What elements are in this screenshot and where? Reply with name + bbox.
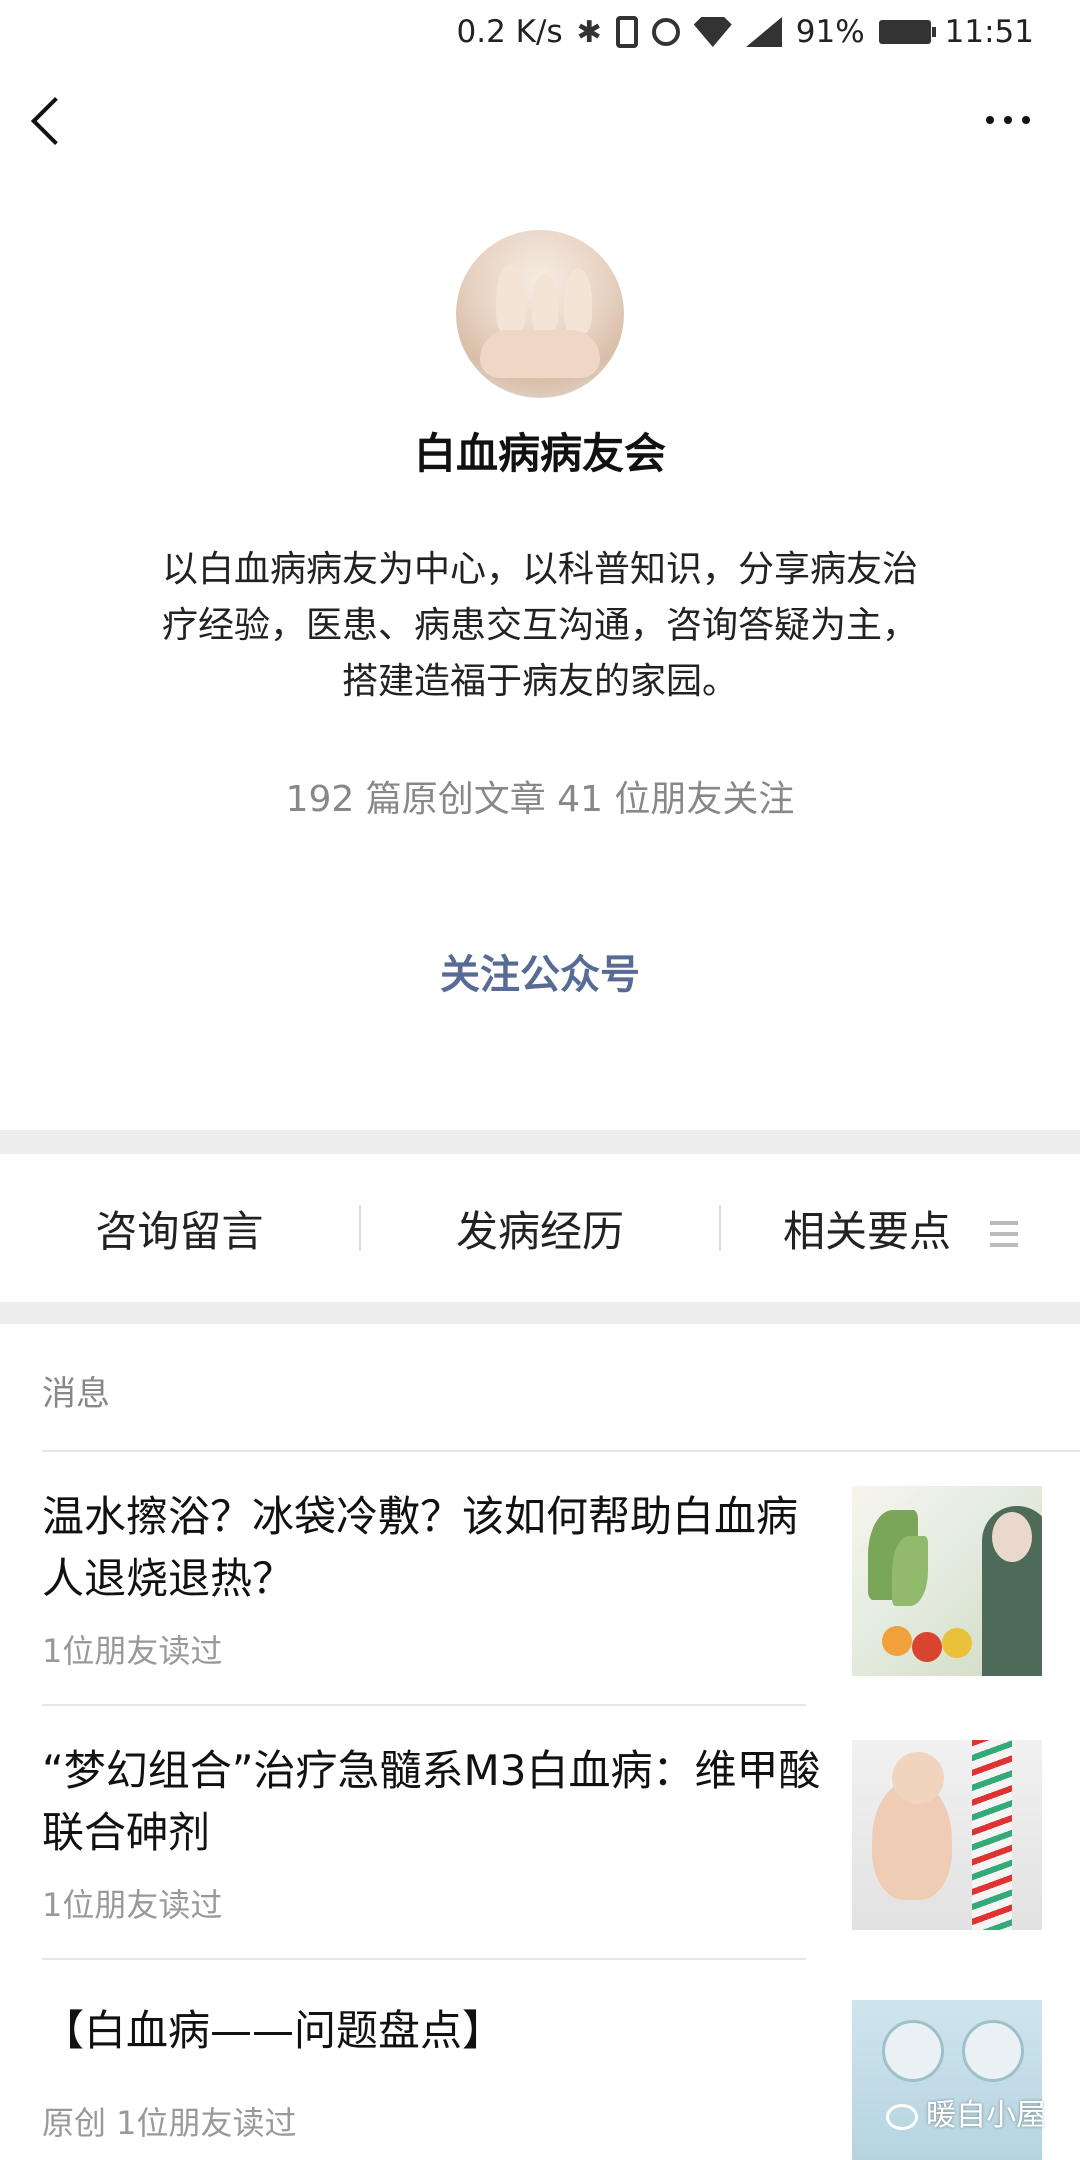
article-item[interactable]: “梦幻组合”治疗急髓系M3白血病：维甲酸联合砷剂 1位朋友读过 [42,1740,1042,1940]
wechat-icon [886,2103,918,2130]
article-thumbnail [852,1740,1042,1930]
follow-button[interactable]: 关注公众号 [340,940,740,1010]
article-thumbnail [852,1486,1042,1676]
network-speed: 0.2 K/s [456,14,563,50]
clock: 11:51 [944,14,1034,50]
menu-item-label: 咨询留言 [95,1206,264,1256]
watermark: 暖自小屋 [886,2090,1046,2134]
article-title: “梦幻组合”治疗急髓系M3白血病：维甲酸联合砷剂 [42,1746,821,1857]
custom-menu: 咨询留言 发病经历 相关要点 [0,1154,1080,1302]
section-divider [0,1130,1080,1154]
article-meta: 1位朋友读过 [42,1632,223,1670]
alarm-icon [651,18,680,46]
account-avatar [456,230,624,398]
account-name: 白血病病友会 [413,429,666,478]
intro-line: 疗经验，医患、病患交互沟通，咨询答疑为主， [161,605,918,646]
messages-label: 消息 [42,1374,110,1414]
vibrate-icon [615,16,638,48]
more-dots-icon[interactable] [986,116,1030,124]
account-intro: 以白血病病友为中心，以科普知识，分享病友治 疗经验，医患、病患交互沟通，咨询答疑… [120,542,960,710]
divider [42,1450,1080,1452]
article-item[interactable]: 温水擦浴？冰袋冷敷？该如何帮助白血病人退烧退热？ 1位朋友读过 [42,1486,1042,1686]
article-title: 温水擦浴？冰袋冷敷？该如何帮助白血病人退烧退热？ [42,1492,799,1603]
article-meta: 1位朋友读过 [42,1886,223,1924]
back-arrow-icon[interactable] [30,96,80,146]
status-bar: 0.2 K/s ✱ 91% 11:51 [0,0,1080,64]
intro-line: 搭建造福于病友的家园。 [341,661,738,702]
divider [42,1958,806,1960]
battery-icon [878,20,936,44]
battery-percent: 91% [795,14,865,50]
divider [42,1704,806,1706]
nav-bar [0,90,1080,160]
menu-item-label: 发病经历 [456,1206,625,1256]
menu-item-label: 相关要点 [782,1206,951,1256]
wifi-icon [693,17,732,47]
article-thumbnail [852,2000,1042,2160]
article-meta: 原创 1位朋友读过 [42,2104,297,2142]
menu-lines-icon [990,1221,1019,1247]
menu-item-consult[interactable]: 咨询留言 [0,1198,359,1259]
section-divider [0,1302,1080,1324]
bluetooth-icon: ✱ [576,14,602,50]
signal-icon [745,17,782,47]
account-stats: 192 篇原创文章 41 位朋友关注 [285,779,795,820]
article-item[interactable]: 【白血病——问题盘点】 原创 1位朋友读过 [42,2000,1042,2160]
menu-item-key-points[interactable]: 相关要点 [721,1198,1080,1259]
article-title: 【白血病——问题盘点】 [42,2006,505,2055]
intro-line: 以白血病病友为中心，以科普知识，分享病友治 [161,549,918,590]
watermark-text: 暖自小屋 [926,2098,1046,2133]
menu-item-experience[interactable]: 发病经历 [361,1198,720,1259]
